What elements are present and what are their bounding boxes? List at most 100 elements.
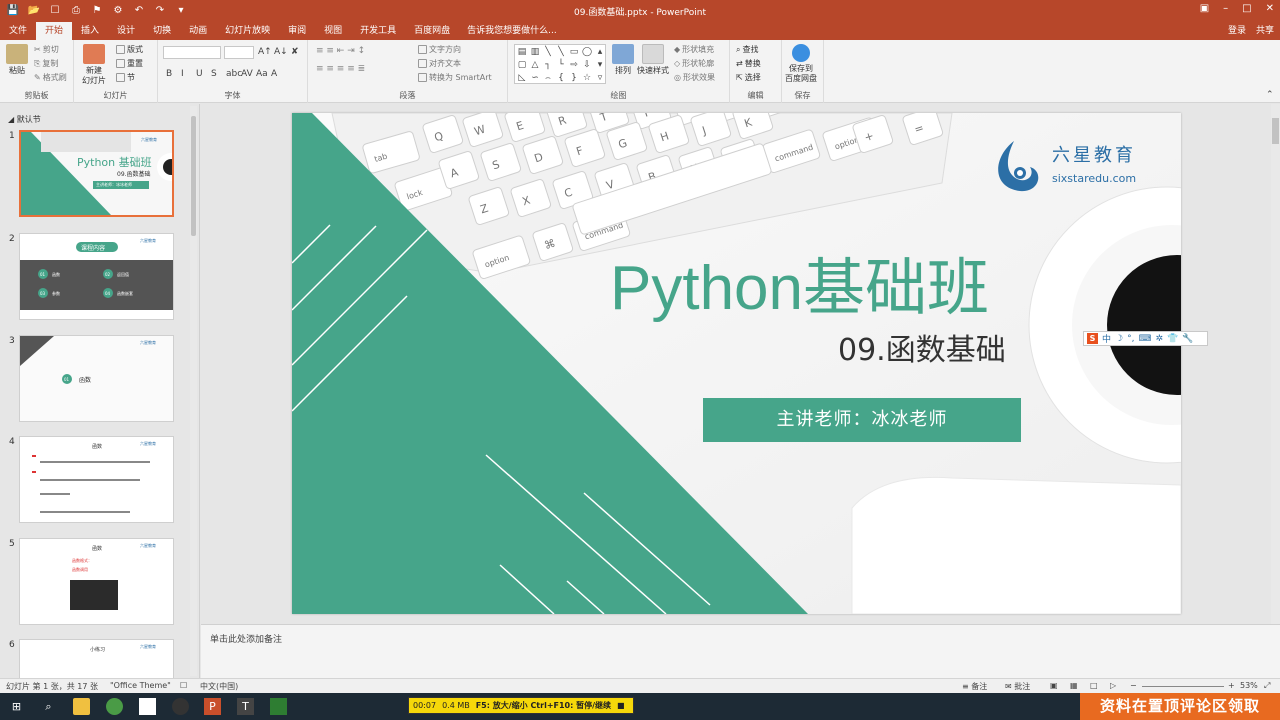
font-name-input[interactable] (163, 46, 221, 59)
normal-view-icon[interactable]: ▣ (1050, 681, 1058, 690)
cut-button[interactable]: ✂ 剪切 (34, 44, 59, 55)
arrow-down-shape-icon[interactable]: ⇩ (581, 59, 593, 71)
reset-button[interactable]: 重置 (116, 58, 143, 69)
tab-7[interactable]: 审阅 (279, 22, 315, 40)
tab-2[interactable]: 插入 (72, 22, 108, 40)
arc-shape-icon[interactable]: ⌢ (542, 72, 554, 84)
ribbon-options-icon[interactable]: ▣ (1200, 3, 1209, 14)
font-format-button-3[interactable]: S (211, 69, 217, 79)
oval-shape-icon[interactable]: ◯ (581, 46, 593, 58)
login-link[interactable]: 登录 (1228, 22, 1246, 40)
slide-thumb-1[interactable]: Python 基础班 09.函数基础 主讲老师：冰冰老师 六星教育 (19, 130, 174, 217)
more-shapes-icon[interactable]: ▿ (594, 72, 606, 84)
tab-6[interactable]: 幻灯片放映 (216, 22, 279, 40)
share-button[interactable]: 共享 (1256, 22, 1274, 40)
line-shape-icon[interactable]: ╲ (542, 46, 554, 58)
clear-format-icon[interactable]: ✘ (291, 47, 299, 57)
font-format-button-5[interactable]: AV (241, 69, 253, 79)
replace-button[interactable]: ⇄ 替换 (736, 58, 761, 69)
tab-1[interactable]: 开始 (36, 22, 73, 40)
thumbnail-scroll-thumb[interactable] (191, 116, 196, 236)
slide-thumb-5[interactable]: 函数 函数格式： 函数调用 六星教育 (19, 538, 174, 625)
ime-item-1[interactable]: ☽ (1115, 334, 1123, 344)
ime-item-6[interactable]: 🔧 (1182, 334, 1193, 344)
powerpoint-icon[interactable]: P (204, 698, 221, 715)
minimize-icon[interactable]: – (1223, 3, 1228, 14)
font-format-button-7[interactable]: A (271, 69, 277, 79)
tab-8[interactable]: 视图 (315, 22, 351, 40)
curve-shape-icon[interactable]: ∽ (529, 72, 541, 84)
ime-item-2[interactable]: °, (1127, 334, 1134, 344)
bullets-icon[interactable]: ≡ ≡ ⇤ ⇥ ↕ (316, 46, 365, 56)
align-text-button[interactable]: 对齐文本 (418, 58, 461, 69)
language[interactable]: 中文(中国) (200, 681, 238, 692)
notes-pane[interactable]: 单击此处添加备注 (201, 624, 1280, 678)
shape-fill-button[interactable]: ◆ 形状填充 (674, 44, 714, 55)
slide-thumb-2[interactable]: 课程内容 六星教育 01 函数 02 返回值 03 参数 04 函数嵌套 (19, 233, 174, 320)
find-button[interactable]: ⌕ 查找 (736, 44, 758, 55)
search-icon[interactable]: ⌕ (40, 698, 57, 715)
fit-slide-icon[interactable]: ⤢ (1264, 681, 1270, 691)
shapes-gallery[interactable]: ▤ ▥ ╲ ╲ ▭ ◯ ▴ ▢ △ ┐ └ ⇨ ⇩ ▾ ◺ ∽ ⌢{} ☆ ▿ (514, 44, 606, 84)
tab-9[interactable]: 开发工具 (351, 22, 405, 40)
current-slide[interactable]: tablockQWERTYUIOASDFGHJKZXCVBNMcommandop… (292, 113, 1181, 614)
scroll-up-icon[interactable]: ▴ (594, 46, 606, 58)
typora-icon[interactable]: T (237, 698, 254, 715)
notes-toggle[interactable]: ≡ 备注 (962, 681, 987, 692)
sorter-view-icon[interactable]: ▦ (1070, 681, 1078, 690)
new-slide-button[interactable]: 新建 幻灯片 (82, 44, 106, 86)
document-icon[interactable] (139, 698, 156, 715)
windows-start-icon[interactable]: ⊞ (8, 698, 25, 715)
maximize-icon[interactable]: □ (1242, 3, 1251, 14)
slide-thumb-4[interactable]: 函数 六星教育 (19, 436, 174, 523)
format-painter-button[interactable]: ✎ 格式刷 (34, 72, 67, 83)
ime-item-5[interactable]: 👕 (1167, 334, 1178, 344)
ime-item-0[interactable]: 中 (1102, 332, 1111, 345)
tab-5[interactable]: 动画 (180, 22, 216, 40)
textbox-shape-icon[interactable]: ▤ (516, 46, 528, 58)
rtri-shape-icon[interactable]: ◺ (516, 72, 528, 84)
collapse-ribbon-icon[interactable]: ⌃ (1266, 90, 1274, 100)
tab-4[interactable]: 切换 (144, 22, 180, 40)
shape-effects-button[interactable]: ◎ 形状效果 (674, 72, 715, 83)
recorder-app-icon[interactable] (270, 698, 287, 715)
shrink-font-icon[interactable]: A↓ (274, 47, 288, 57)
zoom-in-icon[interactable]: + (1228, 681, 1235, 690)
arrow-right-shape-icon[interactable]: ⇨ (568, 59, 580, 71)
tab-0[interactable]: 文件 (0, 22, 36, 40)
font-format-button-6[interactable]: Aa (256, 69, 268, 79)
section-header[interactable]: ◢ 默认节 (8, 114, 41, 125)
arrange-button[interactable]: 排列 (612, 44, 634, 76)
font-format-button-0[interactable]: B (166, 69, 172, 79)
comments-toggle[interactable]: ✉ 批注 (1005, 681, 1030, 692)
thumbnail-scrollbar[interactable] (190, 106, 197, 676)
align-icons[interactable]: ≡ ≡ ≡ ≡ ≣ (316, 64, 365, 74)
text-direction-button[interactable]: 文字方向 (418, 44, 461, 55)
app-icon[interactable] (172, 698, 189, 715)
slide-thumb-3[interactable]: 01 函数 六星教育 (19, 335, 174, 422)
star-shape-icon[interactable]: ☆ (581, 72, 593, 84)
scroll-down-icon[interactable]: ▾ (594, 59, 606, 71)
copy-button[interactable]: ⎘ 复制 (34, 58, 58, 69)
select-button[interactable]: ⇱ 选择 (736, 72, 761, 83)
zoom-level[interactable]: 53% (1240, 681, 1258, 690)
ime-item-4[interactable]: ✲ (1155, 334, 1163, 344)
tell-me-search[interactable]: 告诉我您想要做什么... (459, 22, 566, 40)
roundrect-shape-icon[interactable]: ▢ (516, 59, 528, 71)
file-explorer-icon[interactable] (73, 698, 90, 715)
slide-thumb-6[interactable]: 小练习 六星教育 (19, 639, 174, 678)
chrome-icon[interactable] (106, 698, 123, 715)
slideshow-view-icon[interactable]: ▷ (1110, 681, 1116, 690)
slide-scrollbar[interactable] (1271, 104, 1280, 624)
close-icon[interactable]: ✕ (1266, 3, 1274, 14)
elbow2-shape-icon[interactable]: └ (555, 59, 567, 71)
elbow-shape-icon[interactable]: ┐ (542, 59, 554, 71)
rect-shape-icon[interactable]: ▭ (568, 46, 580, 58)
textbox-v-shape-icon[interactable]: ▥ (529, 46, 541, 58)
reading-view-icon[interactable]: □ (1090, 681, 1098, 690)
shape-outline-button[interactable]: ◇ 形状轮廓 (674, 58, 714, 69)
tab-3[interactable]: 设计 (108, 22, 144, 40)
quick-styles-button[interactable]: 快速样式 (637, 44, 669, 76)
spellcheck-icon[interactable]: ☐ (180, 681, 187, 690)
paste-button[interactable]: 粘贴 (6, 44, 28, 76)
